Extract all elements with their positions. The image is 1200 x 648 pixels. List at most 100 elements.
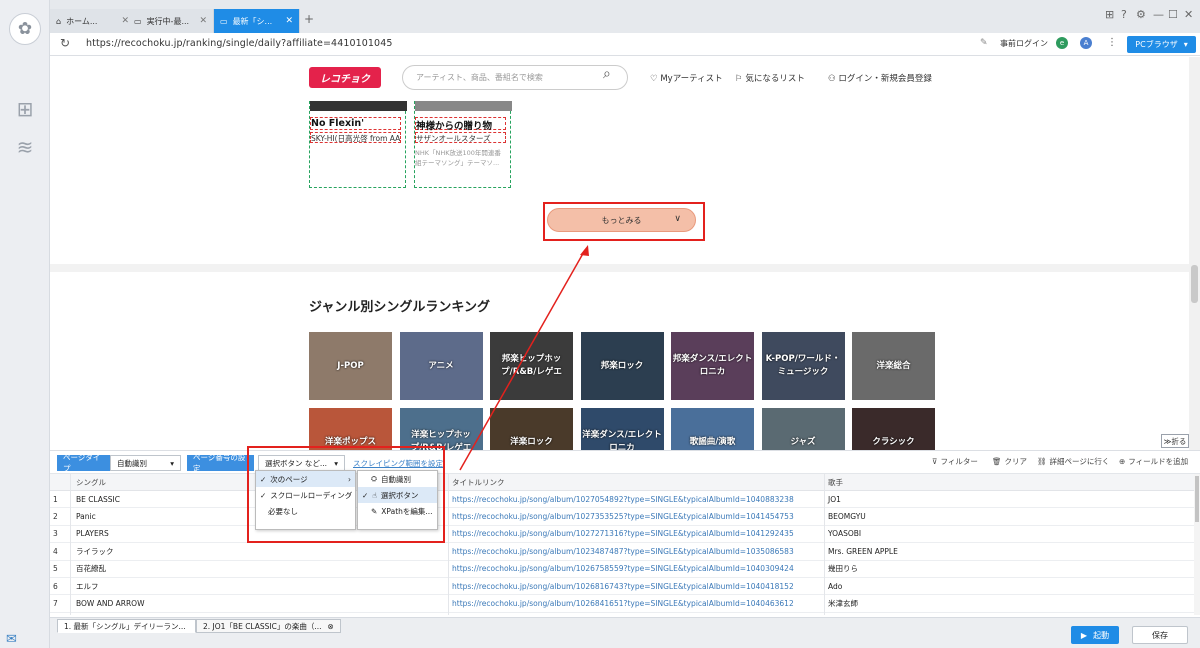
detail-page-button[interactable]: ⛓ 詳細ページに行く xyxy=(1037,456,1109,467)
genre-tile[interactable]: 邦楽ヒップホップ/R&B/レゲエ xyxy=(490,332,573,400)
minimize-icon[interactable]: — xyxy=(1153,8,1164,21)
window-icon: ▭ xyxy=(220,16,228,26)
cell-link[interactable]: https://recochoku.jp/song/album/10273535… xyxy=(452,512,794,521)
pre-login-button[interactable]: 事前ログイン xyxy=(1000,38,1048,49)
brand-logo[interactable]: レコチョク xyxy=(309,67,381,88)
cell-link[interactable]: https://recochoku.jp/song/album/10270548… xyxy=(452,495,794,504)
column-header-artist[interactable]: 歌手 xyxy=(824,474,1194,491)
genre-tile[interactable]: 歌謡曲/演歌 xyxy=(671,408,754,450)
url-field[interactable]: https://recochoku.jp/ranking/single/dail… xyxy=(86,38,393,49)
genre-tile[interactable]: K-POP/ワールド・ミュージック xyxy=(761,332,845,400)
page-type-select[interactable]: 自動識別 ▾ xyxy=(110,455,181,471)
genre-tile[interactable]: 洋楽ロック xyxy=(490,408,573,450)
highlight-box xyxy=(247,446,445,543)
bottom-tab-2[interactable]: 2. JO1「BE CLASSIC」の楽曲（... ⊗ xyxy=(196,619,341,633)
genre-tile[interactable]: 洋楽ヒップホップ/R&B/レゲエ xyxy=(399,408,483,450)
table-row[interactable]: 2 Panic https://recochoku.jp/song/album/10… xyxy=(50,508,1194,526)
extension-icon[interactable]: e xyxy=(1056,37,1068,49)
new-task-icon[interactable]: ⊞ xyxy=(12,96,38,122)
column-header-link[interactable]: タイトルリンク xyxy=(448,474,824,491)
table-row[interactable]: 7 BOW AND ARROW https://recochoku.jp/song/… xyxy=(50,595,1194,613)
page-number-label: ページ番号の設定 xyxy=(187,453,254,473)
page-scrollbar[interactable] xyxy=(1189,57,1200,450)
cell-link[interactable]: https://recochoku.jp/song/album/10234874… xyxy=(452,547,794,556)
add-field-button[interactable]: ⊕ フィールドを追加 xyxy=(1119,456,1188,467)
nav-login[interactable]: ⚇ ログイン・新規会員登録 xyxy=(828,72,932,84)
more-icon[interactable]: ⋮ xyxy=(1107,37,1117,48)
maximize-icon[interactable]: ☐ xyxy=(1168,8,1178,21)
genre-tile[interactable]: 洋楽ポップス xyxy=(309,408,392,450)
tab-latest[interactable]: ▭ 最新「シ... ✕ xyxy=(214,9,300,33)
song-description: NHK「NHK放送100年開連番組テーマソング」テーマソ... xyxy=(415,149,501,167)
fold-button[interactable]: ≫ 折る xyxy=(1161,434,1189,448)
filter-button[interactable]: ⊽ フィルター xyxy=(932,456,978,467)
play-icon: ▶ xyxy=(1080,630,1088,640)
plus-circle-icon: ⊕ xyxy=(1119,457,1126,466)
tab-label: 実行中-最... xyxy=(146,16,190,26)
table-row[interactable]: 5 百花繚乱 https://recochoku.jp/song/album/102… xyxy=(50,561,1194,578)
new-tab-icon[interactable]: + xyxy=(304,12,314,26)
table-scrollbar-thumb[interactable] xyxy=(1195,476,1199,522)
bottom-tab-label: 1. 最新「シングル」デイリーラン... xyxy=(64,621,186,631)
table-row[interactable]: 3 PLAYERS https://recochoku.jp/song/album/… xyxy=(50,526,1194,544)
gift-icon[interactable]: ⊞ xyxy=(1105,8,1114,21)
home-icon: ⌂ xyxy=(56,16,62,26)
user-icon[interactable]: A xyxy=(1080,37,1092,49)
close-icon[interactable]: ✕ xyxy=(285,16,293,26)
cell-link[interactable]: https://recochoku.jp/song/album/10268416… xyxy=(452,599,794,608)
cell-artist: YOASOBI xyxy=(828,529,862,539)
song-card[interactable]: No Flexin' SKY-HI(日高光啓 from AA... xyxy=(309,101,407,188)
cell-link[interactable]: https://recochoku.jp/song/album/10267585… xyxy=(452,564,794,573)
close-icon[interactable]: ✕ xyxy=(199,16,207,26)
genre-tile[interactable]: J-POP xyxy=(309,332,392,400)
table-row[interactable]: 6 エルフ https://recochoku.jp/song/album/1026… xyxy=(50,578,1194,596)
genre-tile[interactable]: 洋楽総合 xyxy=(852,332,935,400)
edit-icon[interactable]: ✎ xyxy=(980,38,988,48)
clear-button[interactable]: 🗑 クリア xyxy=(992,456,1027,467)
run-button[interactable]: ▶ 起動 xyxy=(1071,626,1119,644)
save-button[interactable]: 保存 xyxy=(1132,626,1188,644)
close-icon[interactable]: ⊗ xyxy=(328,622,334,631)
row-number: 2 xyxy=(53,512,58,522)
genre-tile[interactable]: 邦楽ロック xyxy=(580,332,664,400)
site-search-input[interactable]: アーティスト、商品、番組名で検索 xyxy=(402,65,628,90)
song-title[interactable]: No Flexin' xyxy=(310,117,401,130)
chevron-down-icon: ▾ xyxy=(1183,40,1188,49)
run-label: 起動 xyxy=(1093,630,1110,640)
song-artist[interactable]: SKY-HI(日高光啓 from AA... xyxy=(310,132,401,143)
help-icon[interactable]: ? xyxy=(1121,8,1127,21)
bottom-tab-1[interactable]: 1. 最新「シングル」デイリーラン... xyxy=(57,619,196,633)
song-title[interactable]: 神様からの贈り物 xyxy=(415,117,506,132)
nav-my-artist[interactable]: ♡ Myアーティスト xyxy=(650,72,723,84)
scrollbar-thumb[interactable] xyxy=(1191,265,1198,303)
cover-image xyxy=(415,101,512,111)
genre-tile[interactable]: 洋楽ダンス/エレクトロニカ xyxy=(580,408,664,450)
cell-single: ライラック xyxy=(76,546,114,556)
genre-tile[interactable]: クラシック xyxy=(852,408,935,450)
pc-browser-button[interactable]: PCブラウザ ▾ xyxy=(1127,36,1196,53)
nav-label: Myアーティスト xyxy=(660,74,723,84)
refresh-icon[interactable]: ↻ xyxy=(60,36,70,50)
pc-browser-label: PCブラウザ xyxy=(1135,40,1178,49)
search-icon[interactable]: ⌕ xyxy=(603,66,611,82)
layers-icon[interactable]: ≋ xyxy=(12,134,38,160)
user-icon: ⚇ xyxy=(828,74,839,84)
genre-tile[interactable]: ジャズ xyxy=(761,408,845,450)
cell-link[interactable]: https://recochoku.jp/song/album/10268167… xyxy=(452,582,794,591)
tab-home[interactable]: ⌂ ホーム... ✕ xyxy=(50,9,136,33)
address-bar: ↻ https://recochoku.jp/ranking/single/da… xyxy=(50,33,1200,56)
genre-tile[interactable]: 邦楽ダンス/エレクトロニカ xyxy=(671,332,754,400)
settings-icon[interactable]: ⚙ xyxy=(1136,8,1146,21)
table-row[interactable]: 4 ライラック https://recochoku.jp/song/album/10… xyxy=(50,543,1194,561)
cell-single: BOW AND ARROW xyxy=(76,599,145,609)
nav-wishlist[interactable]: ⚐ 気になるリスト xyxy=(735,72,805,84)
cell-artist: Ado xyxy=(828,581,843,591)
tab-running[interactable]: ▭ 実行中-最... ✕ xyxy=(128,9,214,33)
table-row[interactable]: 1 BE CLASSIC https://recochoku.jp/song/alb… xyxy=(50,491,1194,509)
mail-icon[interactable]: ✉ xyxy=(6,632,17,647)
song-artist[interactable]: サザンオールスターズ xyxy=(415,132,506,143)
close-window-icon[interactable]: ✕ xyxy=(1184,8,1193,21)
song-card[interactable]: 神様からの贈り物 サザンオールスターズ NHK「NHK放送100年開連番組テーマ… xyxy=(414,101,512,188)
cell-link[interactable]: https://recochoku.jp/song/album/10272713… xyxy=(452,529,794,538)
genre-tile[interactable]: アニメ xyxy=(399,332,483,400)
